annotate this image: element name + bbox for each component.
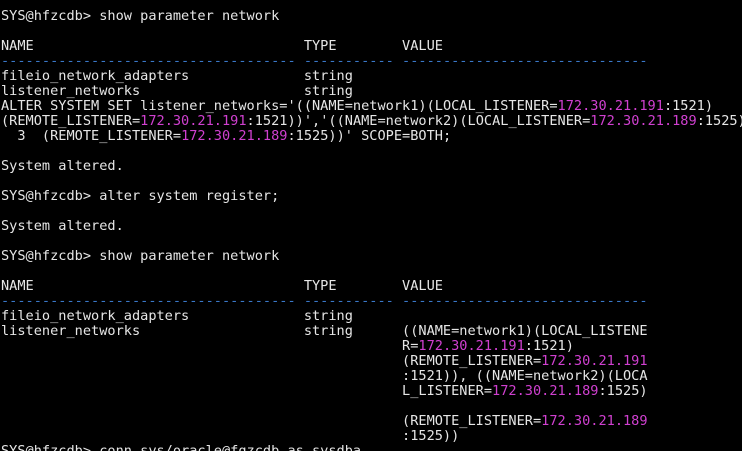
- column-name: fileio_network_adapters: [1, 308, 190, 324]
- column-value: :1521)), ((NAME=network2)(LOCA: [402, 369, 648, 384]
- command-line: SYS@hfzcdb> show parameter network: [0, 9, 742, 24]
- table-row: L_LISTENER=172.30.21.189:1525): [0, 384, 742, 399]
- column-value: R=172.30.21.191:1521): [402, 339, 574, 354]
- output-line: 3 (REMOTE_LISTENER=172.30.21.189:1525))'…: [0, 129, 742, 144]
- text-segment: :1525): [598, 383, 648, 399]
- table-row: :1521)), ((NAME=network2)(LOCA: [0, 369, 742, 384]
- text-segment: :1525): [696, 113, 742, 129]
- table-header: NAME TYPE VALUE: [0, 39, 742, 54]
- column-type: TYPE: [303, 38, 337, 54]
- ip-address: 172.30.21.189: [181, 128, 288, 144]
- text-segment: (REMOTE_LISTENER=: [402, 353, 542, 369]
- text-segment: System altered.: [1, 218, 124, 234]
- text-segment: ALTER SYSTEM SET listener_networks='((NA…: [1, 98, 558, 114]
- table-row: fileio_network_adapters string: [0, 69, 742, 84]
- ip-address: 172.30.21.189: [541, 413, 648, 429]
- output-line: System altered.: [0, 159, 742, 174]
- command-line: SYS@hfzcdb> conn sys/oracle@fgzcdb as sy…: [0, 444, 742, 451]
- text-segment: L_LISTENER=: [402, 383, 493, 399]
- terminal-window[interactable]: SYS@hfzcdb> show parameter network NAME T…: [0, 0, 742, 451]
- text-segment: :1521): [663, 98, 714, 114]
- table-row: R=172.30.21.191:1521): [0, 339, 742, 354]
- text-segment: R=: [402, 338, 419, 354]
- table-header: NAME TYPE VALUE: [0, 279, 742, 294]
- column-type: string: [303, 308, 353, 324]
- ip-address: 172.30.21.189: [590, 113, 697, 129]
- text-segment: SYS@hfzcdb> show parameter network: [1, 248, 280, 264]
- column-value: :1525)): [402, 429, 459, 444]
- table-row: (REMOTE_LISTENER=172.30.21.189: [0, 414, 742, 429]
- column-value: VALUE: [402, 278, 443, 294]
- table-row: listener_networks string: [0, 84, 742, 99]
- column-type: string: [303, 68, 353, 84]
- text-segment: (REMOTE_LISTENER=: [402, 413, 542, 429]
- text-segment: ((NAME=network1)(LOCAL_LISTENE: [402, 323, 648, 339]
- column-name: NAME: [1, 278, 34, 294]
- column-value: (REMOTE_LISTENER=172.30.21.189: [402, 414, 648, 429]
- output-line: System altered.: [0, 219, 742, 234]
- text-segment: SYS@hfzcdb> conn sys/oracle@fgzcdb as sy…: [1, 443, 362, 451]
- column-value: VALUE: [402, 38, 443, 54]
- table-row: (REMOTE_LISTENER=172.30.21.191: [0, 354, 742, 369]
- separator-line: ------------------------------------ ---…: [1, 53, 648, 69]
- table-row: fileio_network_adapters string: [0, 309, 742, 324]
- text-segment: :1521))','((NAME=network2)(LOCAL_LISTENE…: [246, 113, 591, 129]
- ip-address: 172.30.21.189: [492, 383, 599, 399]
- text-segment: System altered.: [1, 158, 124, 174]
- separator-line: ------------------------------------ ---…: [1, 293, 648, 309]
- column-name: NAME: [1, 38, 34, 54]
- column-type: string: [303, 83, 353, 99]
- column-value: ((NAME=network1)(LOCAL_LISTENE: [402, 324, 648, 339]
- text-segment: :1525))' SCOPE=BOTH;: [287, 128, 452, 144]
- table-row: listener_networks string ((NAME=network1)(…: [0, 324, 742, 339]
- ip-address: 172.30.21.191: [557, 98, 664, 114]
- column-value: L_LISTENER=172.30.21.189:1525): [402, 384, 648, 399]
- output-line: (REMOTE_LISTENER=172.30.21.191:1521))','…: [0, 114, 742, 129]
- text-segment: :1521)), ((NAME=network2)(LOCA: [402, 368, 648, 384]
- ip-address: 172.30.21.191: [140, 113, 247, 129]
- text-segment: (REMOTE_LISTENER=: [1, 113, 141, 129]
- text-segment: :1525)): [402, 428, 460, 444]
- column-name: listener_networks: [1, 323, 141, 339]
- command-line: SYS@hfzcdb> show parameter network: [0, 249, 742, 264]
- ip-address: 172.30.21.191: [541, 353, 648, 369]
- text-segment: SYS@hfzcdb> alter system register;: [1, 188, 280, 204]
- ip-address: 172.30.21.191: [418, 338, 525, 354]
- text-segment: :1521): [524, 338, 574, 354]
- column-type: string: [303, 323, 353, 339]
- command-line: SYS@hfzcdb> alter system register;: [0, 189, 742, 204]
- text-segment: SYS@hfzcdb> show parameter network: [1, 8, 280, 24]
- column-value: (REMOTE_LISTENER=172.30.21.191: [402, 354, 648, 369]
- column-name: listener_networks: [1, 83, 141, 99]
- column-type: TYPE: [303, 278, 337, 294]
- table-row: :1525)): [0, 429, 742, 444]
- text-segment: 3 (REMOTE_LISTENER=: [1, 128, 182, 144]
- output-line: ALTER SYSTEM SET listener_networks='((NA…: [0, 99, 742, 114]
- column-name: fileio_network_adapters: [1, 68, 190, 84]
